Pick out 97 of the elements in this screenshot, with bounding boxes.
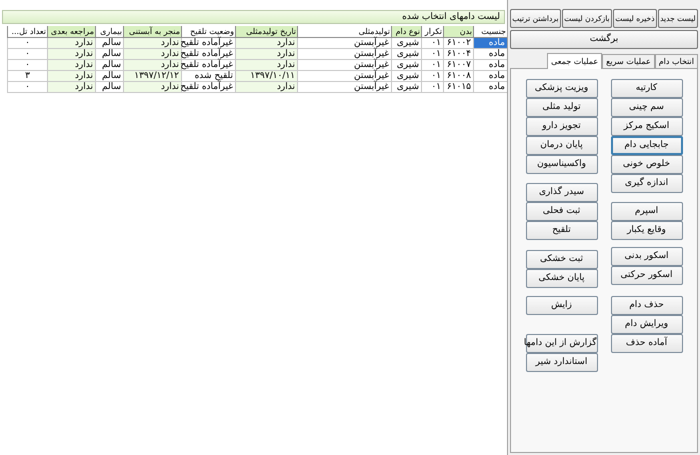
table-cell: غیرآبستن (297, 60, 391, 71)
action-button[interactable]: ویزیت پزشکی (526, 79, 598, 98)
table-cell: سالم (95, 60, 123, 71)
table-cell: غیرآماده تلقیح (181, 38, 235, 49)
action-button[interactable]: زایش (526, 296, 598, 315)
table-cell: ۰ (7, 49, 47, 60)
action-button[interactable]: ثبت خشکی (526, 250, 598, 269)
action-button[interactable]: تلقیح (526, 221, 598, 240)
table-cell: ندارد (47, 82, 95, 93)
back-button[interactable]: برگشت (510, 30, 698, 49)
table-cell: ندارد (123, 49, 181, 60)
table-cell: ندارد (47, 60, 95, 71)
table-cell: غیرآماده تلقیح (181, 82, 235, 93)
table-cell: ۰۱ (421, 71, 443, 82)
table-cell: شیری (391, 38, 421, 49)
table-cell: ۶۱۰۱۵ (443, 82, 473, 93)
column-header[interactable]: تعداد تل... (7, 26, 47, 38)
action-button[interactable]: سم چینی (610, 98, 682, 117)
action-button[interactable]: آماده حذف (610, 334, 682, 353)
action-button[interactable]: اندازه گیری (610, 174, 682, 193)
column-header[interactable]: جنسیت (473, 26, 507, 38)
column-header[interactable]: بدن (443, 26, 473, 38)
column-header[interactable]: وضعیت تلقیح (181, 26, 235, 38)
column-header[interactable]: تکرار (421, 26, 443, 38)
action-button[interactable]: ثبت فحلی (526, 202, 598, 221)
table-cell: ندارد (123, 38, 181, 49)
table-cell: غیرآبستن (297, 71, 391, 82)
table-cell: غیرآبستن (297, 38, 391, 49)
table-cell: ندارد (235, 38, 297, 49)
table-cell: ۶۱۰۰۸ (443, 71, 473, 82)
table-cell: ۰۱ (421, 38, 443, 49)
action-button[interactable]: خلوص خونی (610, 155, 682, 174)
table-cell: ندارد (47, 71, 95, 82)
table-cell: ماده (473, 60, 507, 71)
action-button[interactable]: وقایع یکبار (610, 221, 682, 240)
list-title: لیست دامهای انتخاب شده (2, 10, 505, 24)
action-button[interactable]: اسکور حرکتی (610, 266, 682, 285)
table-cell: ۳ (7, 71, 47, 82)
action-button[interactable]: واکسیناسیون (526, 155, 598, 174)
action-button[interactable]: اسکور بدنی (610, 247, 682, 266)
action-button[interactable]: حذف دام (610, 296, 682, 315)
action-button[interactable]: تولید مثلی (526, 98, 598, 117)
table-cell: ۰ (7, 60, 47, 71)
action-button[interactable]: پایان درمان (526, 136, 598, 155)
table-cell: غیرآماده تلقیح (181, 49, 235, 60)
table-cell: ندارد (47, 49, 95, 60)
table-cell: شیری (391, 49, 421, 60)
action-button[interactable]: سیدر گذاری (526, 183, 598, 202)
table-cell: ۶۱۰۰۴ (443, 49, 473, 60)
table-cell: شیری (391, 71, 421, 82)
table-cell: ۶۱۰۰۷ (443, 60, 473, 71)
column-header[interactable]: نوع دام (391, 26, 421, 38)
table-cell: ۱۳۹۷/۱۲/۱۲ (123, 71, 181, 82)
action-button[interactable]: ویرایش دام (610, 315, 682, 334)
table-cell: ۰۱ (421, 60, 443, 71)
table-cell: ماده (473, 38, 507, 49)
table-cell: سالم (95, 71, 123, 82)
action-button[interactable]: اسکیج مرکز (610, 117, 682, 136)
table-cell: سالم (95, 38, 123, 49)
table-cell: ماده (473, 82, 507, 93)
table-cell: سالم (95, 82, 123, 93)
table-cell: ماده (473, 49, 507, 60)
table-cell: ۰۱ (421, 82, 443, 93)
table-cell: ندارد (47, 38, 95, 49)
table-cell: ندارد (235, 60, 297, 71)
table-cell: ندارد (123, 60, 181, 71)
table-cell: ۶۱۰۰۲ (443, 38, 473, 49)
table-cell: غیرآبستن (297, 82, 391, 93)
action-button[interactable]: اسپرم (610, 202, 682, 221)
tab[interactable]: انتخاب دام (654, 54, 698, 68)
action-button[interactable]: جابجایی دام (610, 136, 682, 155)
table-cell: ۰ (7, 38, 47, 49)
table-cell: ماده (473, 71, 507, 82)
column-header[interactable]: منجر به آبستنی (123, 26, 181, 38)
table-cell: ۱۳۹۷/۱۰/۱۱ (235, 71, 297, 82)
table-cell: سالم (95, 49, 123, 60)
table-cell: تلقیح شده (181, 71, 235, 82)
column-header[interactable]: تاریخ تولیدمثلی (235, 26, 297, 38)
table-cell: ۰۱ (421, 49, 443, 60)
action-button[interactable]: گزارش از این دامها (526, 334, 598, 353)
action-button[interactable]: کارتیه (610, 79, 682, 98)
column-header[interactable]: تولیدمثلی (297, 26, 391, 38)
table-cell: غیرآبستن (297, 49, 391, 60)
tab[interactable]: عملیات سریع (602, 54, 655, 68)
table-cell: شیری (391, 60, 421, 71)
table-cell: غیرآماده تلقیح (181, 60, 235, 71)
tab[interactable]: عملیات جمعی (547, 53, 602, 69)
table-cell: ندارد (235, 82, 297, 93)
table-cell: شیری (391, 82, 421, 93)
table-cell: ۰ (7, 82, 47, 93)
action-button[interactable]: استاندارد شیر (526, 353, 598, 372)
column-header[interactable]: بیماری (95, 26, 123, 38)
table-cell: ندارد (123, 82, 181, 93)
action-button[interactable]: تجویز دارو (526, 117, 598, 136)
table-cell: ندارد (235, 49, 297, 60)
column-header[interactable]: مراجعه بعدی (47, 26, 95, 38)
action-button[interactable]: پایان خشکی (526, 269, 598, 288)
